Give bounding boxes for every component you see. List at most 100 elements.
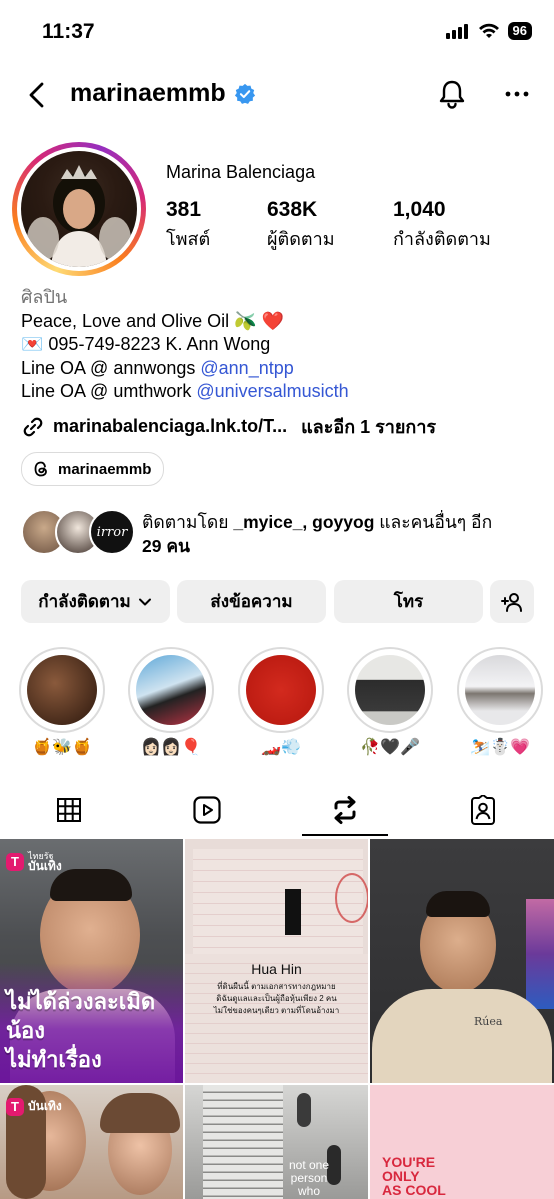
repost-icon [334,796,356,824]
wifi-icon [478,23,499,38]
add-person-icon [501,592,522,612]
tab-tagged[interactable] [414,784,552,836]
followers-count: 638K [267,198,318,221]
followers-stat[interactable]: 638K ผู้ติดตาม [267,198,335,253]
call-button[interactable]: โทร [334,580,483,623]
grid-post[interactable]: T บันเทิง [0,1085,183,1199]
post-caption: YOU'RE ONLY AS COOL [382,1155,446,1197]
followed-by-text[interactable]: ติดตามโดย _myice_, goyyog และคนอื่นๆ อีก… [142,510,522,558]
news-brand: T ไทยรัฐ บันเทิง [6,851,62,872]
post-caption: ไม่ได้ล่วงละเมิดน้อง ไม่ทำเรื่องขยะแขยง [6,987,183,1083]
bio-line: 💌 095-749-8223 K. Ann Wong [21,334,271,354]
posts-label: โพสต์ [166,229,211,249]
profile-username: marinaemmb [70,79,256,108]
tab-posts-grid[interactable] [0,784,138,836]
mutual-avatar: irror [89,509,135,555]
highlight-cover [355,655,425,725]
avatar-photo [21,151,137,267]
bio: ศิลปิน Peace, Love and Olive Oil 🫒 ❤️ 💌 … [21,286,349,404]
following-count: 1,040 [393,198,446,221]
note-line: ไม่ใช่ของคนๆเดียว ตามที่โดนอ้างมา [213,1006,340,1015]
story-highlight[interactable]: ⛷️☃️💗 [457,647,543,757]
highlight-label: 🍯🐝🍯 [32,739,92,756]
bio-line: Line OA @ umthwork @universalmusicth [21,380,349,404]
highlight-label: ⛷️☃️💗 [470,739,530,756]
followed-by-suffix: และคนอื่นๆ อีก [374,512,493,532]
followed-by-prefix: ติดตามโดย [142,512,234,532]
caption-line: ไม่ได้ล่วงละเมิดน้อง [6,989,156,1043]
brand-name: บันเทิง [28,1099,62,1113]
mutual-followers-avatars[interactable]: irror [21,509,135,555]
note-line: ที่ดินผืนนี้ ตามเอกสารทางกฎหมาย [217,982,336,991]
suggest-people-button[interactable] [490,580,534,623]
following-label: กำลังติดตาม [393,229,491,249]
tagged-person-icon [471,795,495,825]
link-icon [23,417,43,436]
grid-post[interactable]: T ไทยรัฐ บันเทิง ไม่ได้ล่วงละเมิดน้อง ไม่… [0,839,183,1083]
posts-count: 381 [166,198,202,221]
battery-indicator: 96 [507,22,532,40]
username-text: marinaemmb [70,79,226,107]
followed-by-names: _myice_, goyyog [233,512,375,532]
followed-by-count: 29 คน [142,536,190,556]
highlight-cover [136,655,206,725]
notification-bell-icon[interactable] [436,78,468,110]
active-tab-indicator [302,834,388,836]
post-note: ที่ดินผืนนี้ ตามเอกสารทางกฎหมาย ดิฉันดูแ… [189,981,364,1017]
highlight-cover [465,655,535,725]
news-brand: T บันเทิง [6,1097,62,1116]
highlight-cover [27,655,97,725]
tab-reposts[interactable] [276,784,414,836]
grid-post[interactable]: YOU'RE ONLY AS COOL [370,1085,554,1199]
following-button-label: กำลังติดตาม [38,592,131,611]
shirt-text: Rúea [474,1015,503,1028]
message-button-label: ส่งข้อความ [210,592,293,611]
more-links-text[interactable]: และอีก 1 รายการ [301,412,436,441]
note-line: ดิฉันดูแลและเป็นผู้ถือหุ้นเพียง 2 คน [216,994,337,1003]
following-stat[interactable]: 1,040 กำลังติดตาม [393,198,491,253]
story-highlight[interactable]: 🥀🖤🎤 [347,647,433,757]
caption-line: who [297,1184,320,1198]
display-name: Marina Balenciaga [166,162,316,182]
status-indicators: 96 [445,22,532,40]
story-highlight[interactable]: 🏎️💨 [238,647,324,757]
posts-stat[interactable]: 381 โพสต์ [166,198,210,253]
caption-line: ไม่ทำเรื่องขยะแขยง [6,1047,102,1083]
story-highlight[interactable]: 👩🏻👩🏻🎈 [128,647,214,757]
more-options-icon[interactable] [504,84,530,104]
caption-line: YOU'RE [382,1154,436,1170]
cellular-signal-icon [445,24,468,39]
caption-line: ONLY [382,1168,420,1184]
grid-post[interactable]: not one person who [185,1085,368,1199]
back-arrow-icon[interactable] [24,80,52,110]
highlight-cover [246,655,316,725]
profile-avatar[interactable] [12,142,146,276]
highlight-label: 🥀🖤🎤 [360,739,420,756]
message-button[interactable]: ส่งข้อความ [177,580,326,623]
highlight-label: 🏎️💨 [261,739,301,756]
category-label: ศิลปิน [21,287,68,307]
post-place: Hua Hin [251,961,302,977]
grid-post[interactable]: Hua Hin ที่ดินผืนนี้ ตามเอกสารทางกฎหมาย … [185,839,368,1083]
following-button[interactable]: กำลังติดตาม [21,580,170,623]
story-highlight[interactable]: 🍯🐝🍯 [19,647,105,757]
bio-text: Line OA @ umthwork [21,381,197,401]
reels-icon [193,796,221,824]
bio-text: Line OA @ annwongs [21,357,201,378]
grid-post[interactable]: Rúea [370,839,554,1083]
call-button-label: โทร [393,592,424,611]
grid-icon [57,798,81,822]
threads-icon [34,461,47,477]
threads-handle: marinaemmb [58,460,152,478]
brand-name: บันเทิง [28,859,62,873]
caption-line: AS COOL [382,1182,446,1198]
mention-link[interactable]: @universalmusicth [196,381,348,401]
tab-reels[interactable] [138,784,276,836]
threads-badge[interactable]: marinaemmb [21,452,165,486]
bio-links[interactable]: marinabalenciaga.lnk.to/T... และอีก 1 รา… [21,412,436,441]
status-time: 11:37 [42,20,95,43]
bio-line: Line OA @ annwongs @ann_ntpp [21,357,349,381]
highlight-label: 👩🏻👩🏻🎈 [141,739,201,756]
mention-link[interactable]: @ann_ntpp [200,358,293,378]
link-url[interactable]: marinabalenciaga.lnk.to/T... [53,416,287,437]
